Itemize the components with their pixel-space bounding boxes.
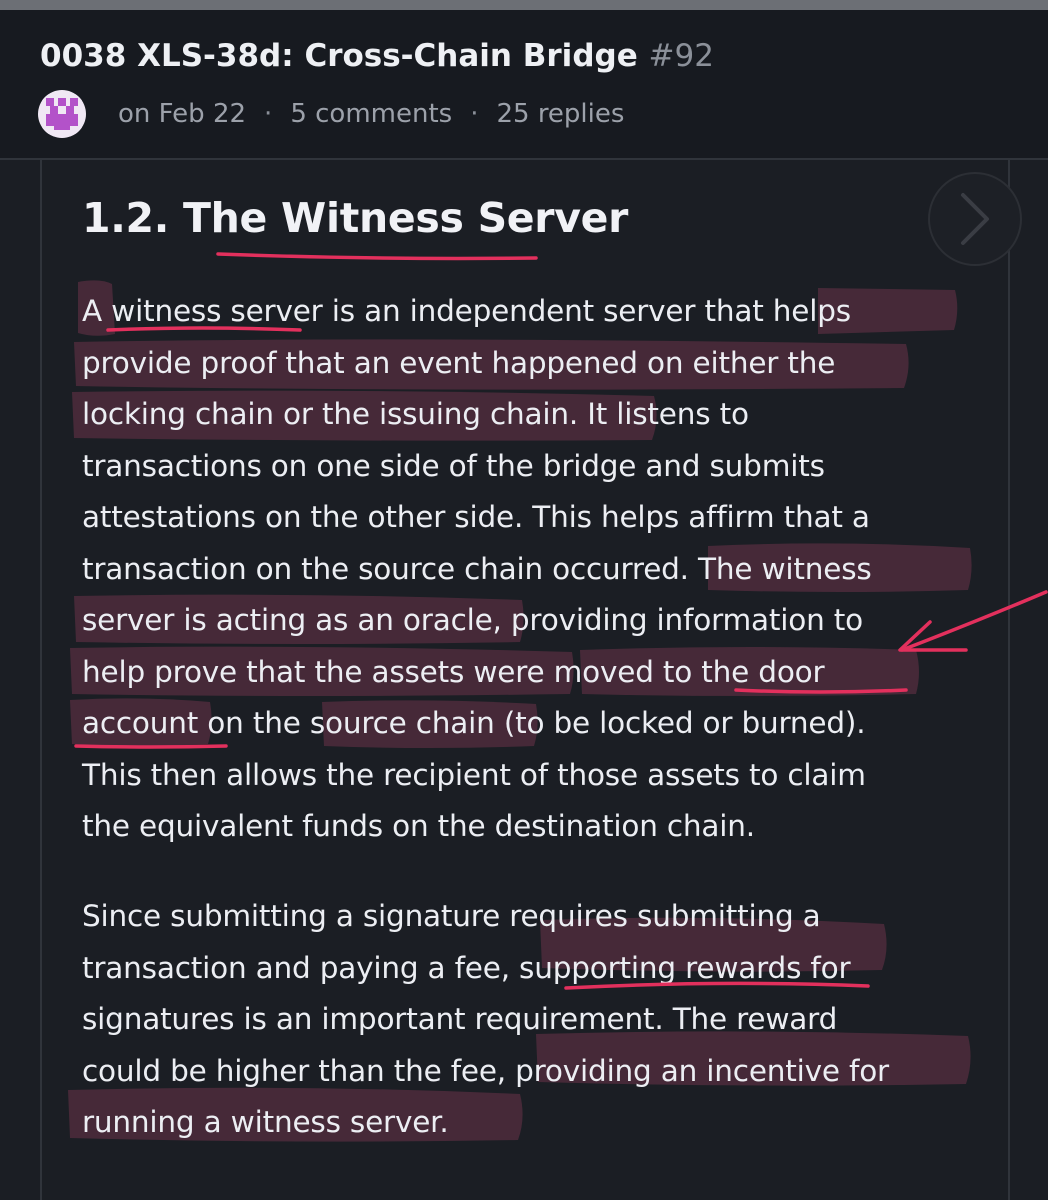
text-line: A witness server is an independent serve… — [82, 294, 851, 328]
meta-separator: · — [264, 99, 273, 129]
next-button[interactable] — [928, 172, 1022, 266]
discussion-title[interactable]: 0038 XLS-38d: Cross-Chain Bridge #92 — [40, 38, 714, 74]
avatar-pixel-art — [42, 94, 82, 134]
discussion-meta: on Feb 22 · 5 comments · 25 replies — [38, 88, 624, 140]
text-line: transactions on one side of the bridge a… — [82, 448, 825, 483]
text-line: could be higher than the fee, providing … — [82, 1053, 889, 1088]
text-line: server is acting as an oracle, providing… — [82, 603, 863, 637]
text-line: locking chain or the issuing chain. It l… — [82, 397, 749, 431]
replies-count[interactable]: 25 replies — [496, 99, 624, 129]
comments-count[interactable]: 5 comments — [290, 99, 452, 129]
text-line: transaction and paying a fee, supporting… — [82, 950, 851, 985]
text-line: signatures is an important requirement. … — [82, 1002, 838, 1036]
pixel-avatar-icon[interactable] — [38, 90, 86, 138]
top-strip — [0, 0, 1048, 10]
meta-separator: · — [470, 99, 479, 129]
paragraph-witness-server: A witness server is an independent serve… — [82, 286, 982, 853]
text-line: running a witness server. — [82, 1105, 449, 1139]
paragraph-rewards: Since submitting a signature requires su… — [82, 891, 982, 1149]
text-line: help prove that the assets were moved to… — [82, 654, 825, 689]
discussion-number[interactable]: #92 — [649, 38, 714, 74]
discussion-title-text[interactable]: 0038 XLS-38d: Cross-Chain Bridge — [40, 38, 638, 74]
page: 0038 XLS-38d: Cross-Chain Bridge #92 on … — [0, 0, 1048, 1200]
text-line: attestations on the other side. This hel… — [82, 500, 870, 534]
post-date: on Feb 22 — [118, 99, 247, 129]
text-line: account on the source chain (to be locke… — [82, 706, 866, 740]
section-heading: 1.2. The Witness Server — [82, 194, 629, 242]
text-line: provide proof that an event happened on … — [82, 345, 836, 380]
text-line: Since submitting a signature requires su… — [82, 899, 821, 933]
text-line: transaction on the source chain occurred… — [82, 551, 872, 586]
text-line: This then allows the recipient of those … — [82, 757, 866, 792]
text-line: the equivalent funds on the destination … — [82, 809, 755, 843]
chevron-right-icon — [961, 193, 989, 245]
discussion-header: 0038 XLS-38d: Cross-Chain Bridge #92 on … — [0, 10, 1048, 160]
